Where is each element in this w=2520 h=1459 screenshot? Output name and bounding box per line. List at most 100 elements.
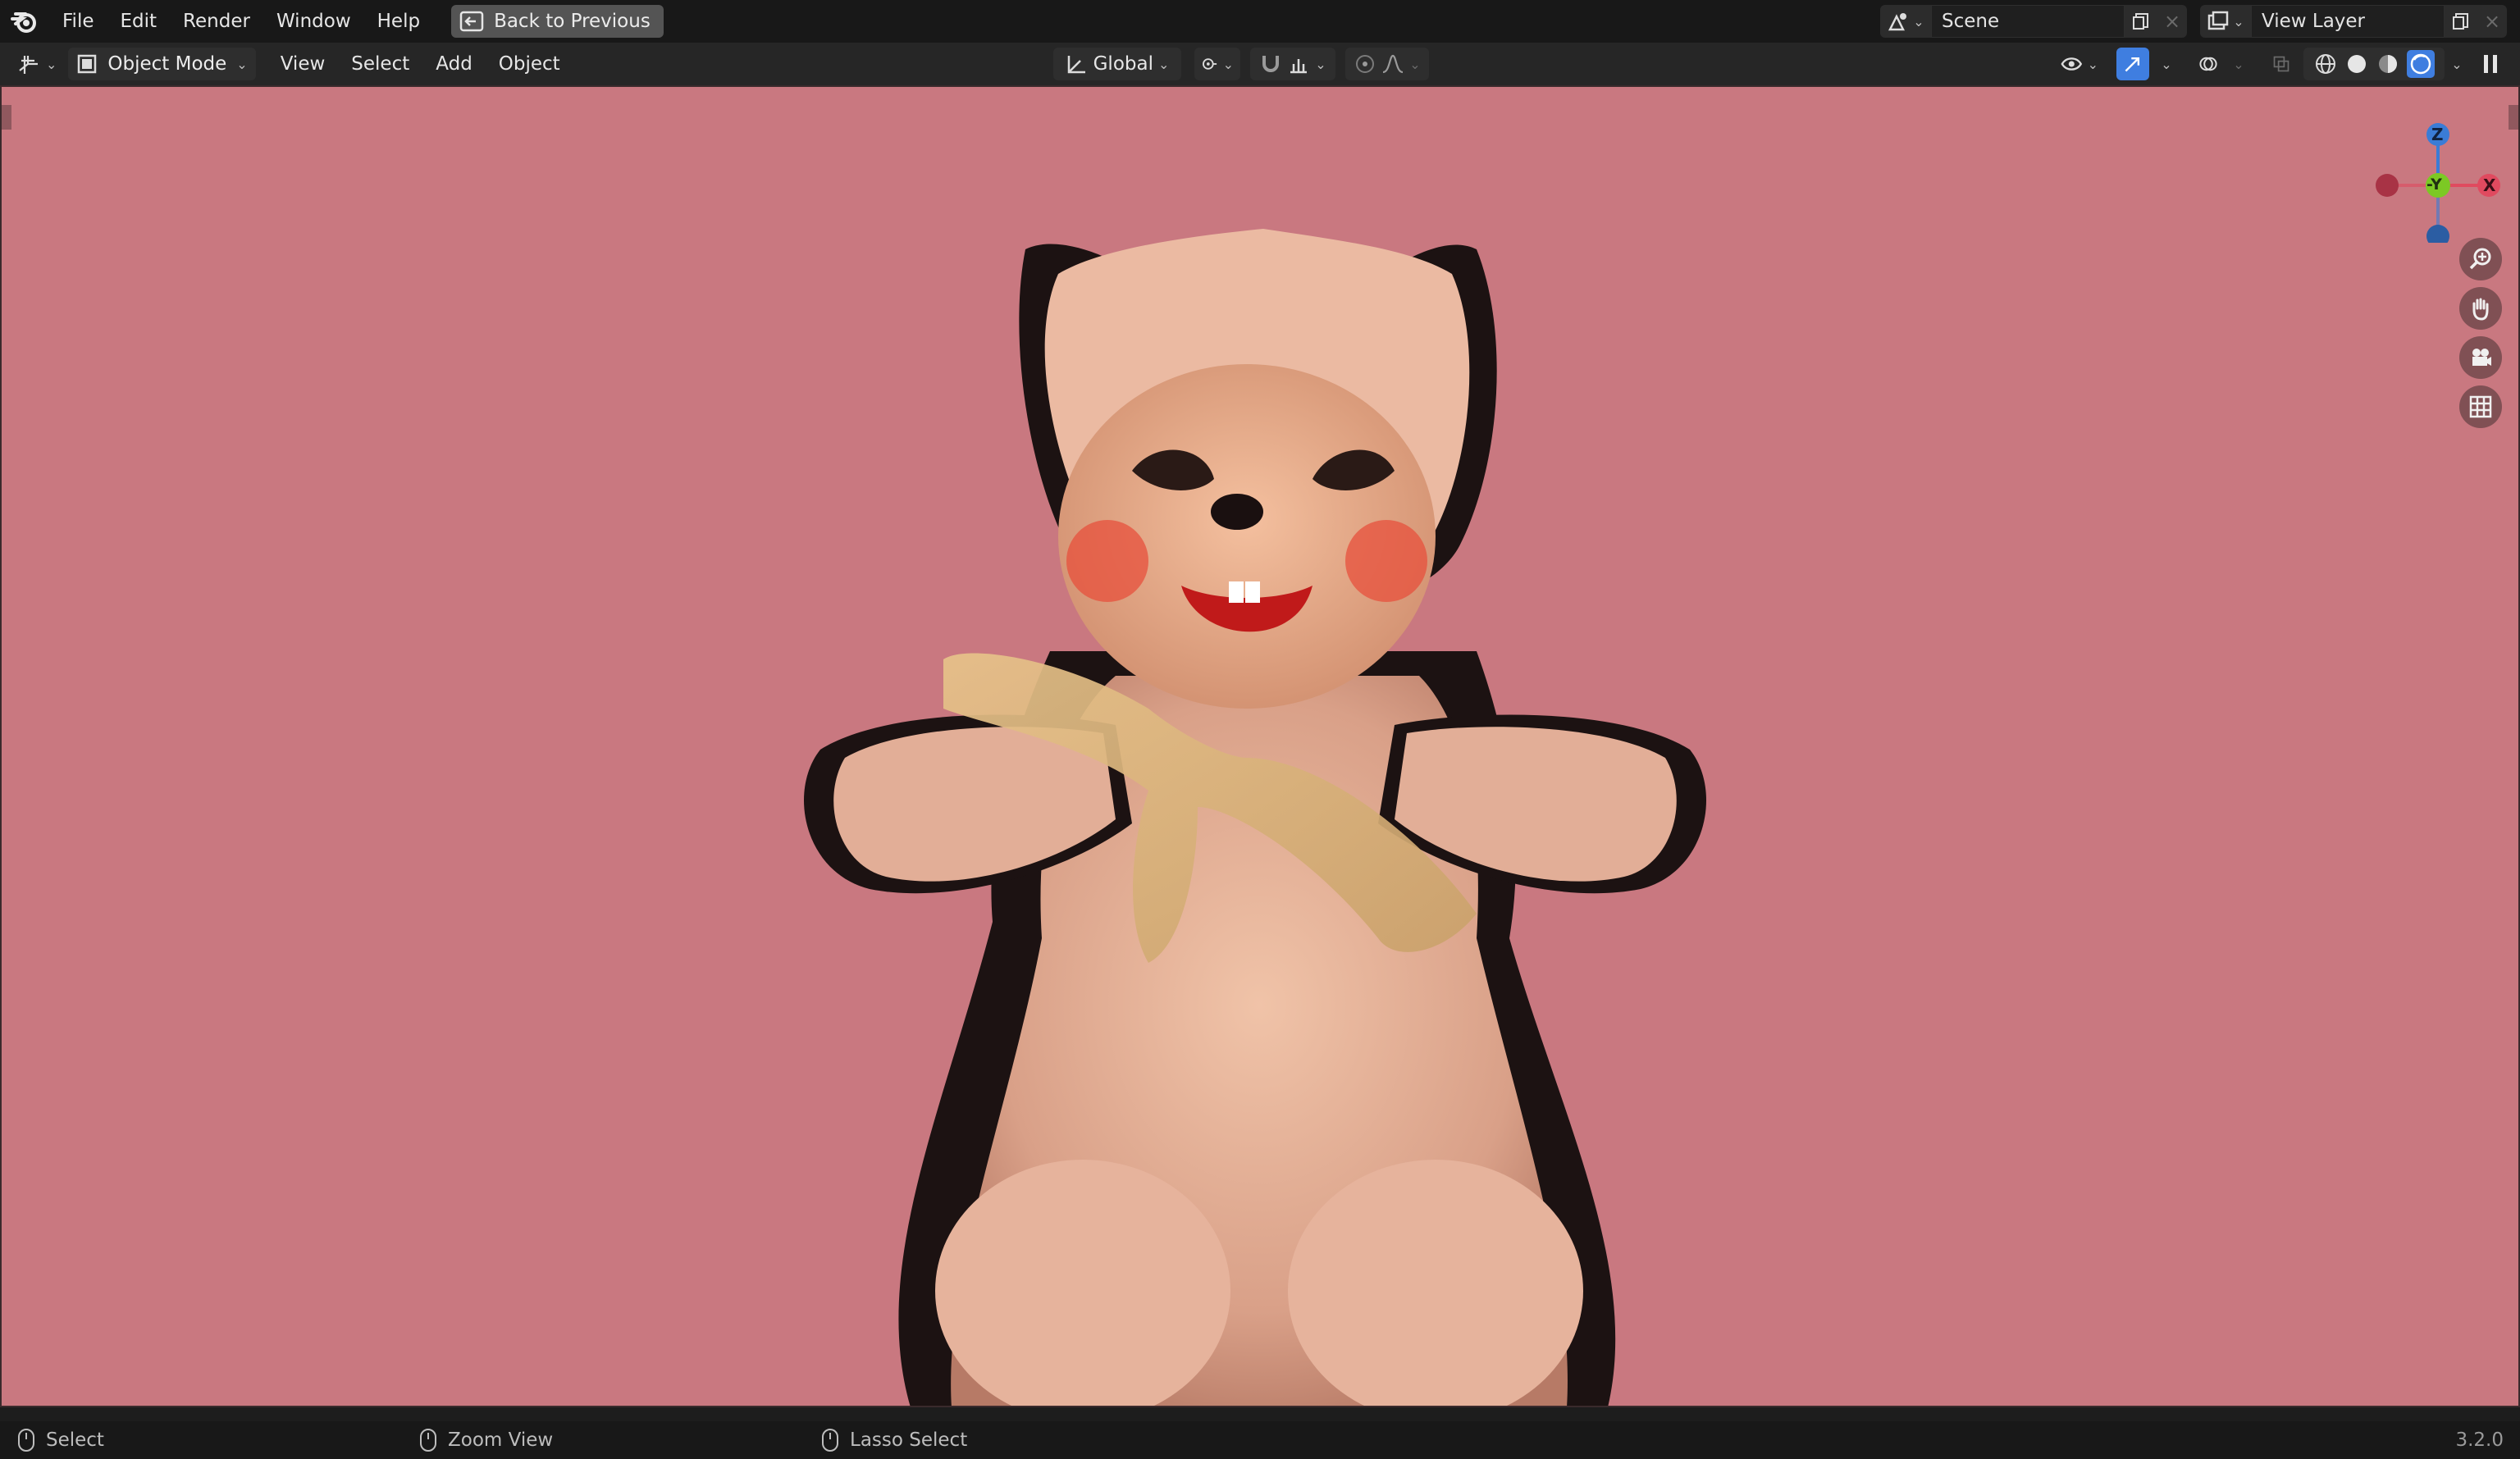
proportional-editing-group[interactable]: ⌄ xyxy=(1345,48,1429,80)
overlays-icon xyxy=(2199,57,2217,71)
object-mode-label: Object Mode xyxy=(107,53,227,75)
viewport-header: ⌄ Object Mode ⌄ View Select Add Object G… xyxy=(0,43,2520,85)
chevron-down-icon: ⌄ xyxy=(2233,56,2244,72)
rendered-shading-icon[interactable] xyxy=(2407,50,2435,78)
status-right-click: Lasso Select xyxy=(822,1429,967,1452)
status-middle-click-label: Zoom View xyxy=(448,1429,554,1451)
gizmo-z-label: Z xyxy=(2431,125,2444,144)
view-layer-name-field[interactable]: View Layer xyxy=(2251,5,2445,38)
3d-viewport-icon xyxy=(19,56,38,74)
scene-name-field[interactable]: Scene xyxy=(1931,5,2125,38)
overlays-toggle-button[interactable] xyxy=(2192,48,2225,80)
editor-type-button[interactable]: ⌄ xyxy=(10,48,63,80)
back-to-previous-button[interactable]: Back to Previous xyxy=(451,5,664,38)
chevron-down-icon: ⌄ xyxy=(1222,56,1234,72)
new-scene-button[interactable] xyxy=(2125,5,2157,38)
chevron-down-icon: ⌄ xyxy=(2451,56,2463,72)
camera-icon xyxy=(2472,349,2491,366)
hand-icon xyxy=(2472,298,2489,321)
proportional-editing-icon xyxy=(1356,55,1375,73)
falloff-curve-icon xyxy=(1382,54,1404,74)
object-mode-dropdown[interactable]: Object Mode ⌄ xyxy=(68,48,256,80)
grid-icon xyxy=(2469,395,2492,418)
version-label: 3.2.0 xyxy=(2455,1429,2504,1451)
object-mode-icon xyxy=(78,54,97,74)
chevron-down-icon: ⌄ xyxy=(2161,56,2172,72)
chevron-down-icon: ⌄ xyxy=(1409,56,1421,72)
menu-render[interactable]: Render xyxy=(170,0,263,43)
pivot-point-dropdown[interactable]: ⌄ xyxy=(1194,48,1240,80)
menu-edit[interactable]: Edit xyxy=(107,0,171,43)
view-layer-browse-button[interactable]: ⌄ xyxy=(2200,5,2251,38)
pivot-icon xyxy=(1203,58,1217,70)
ortho-perspective-toggle-button[interactable] xyxy=(2459,385,2502,428)
material-preview-shading-icon[interactable] xyxy=(2376,52,2400,76)
mouse-middle-icon xyxy=(420,1429,436,1452)
wireframe-shading-icon[interactable] xyxy=(2313,52,2338,76)
mouse-left-icon xyxy=(18,1429,34,1452)
menu-file[interactable]: File xyxy=(49,0,107,43)
status-left-click-label: Select xyxy=(46,1429,104,1451)
menu-select[interactable]: Select xyxy=(338,43,422,85)
scene-browse-button[interactable]: ⌄ xyxy=(1880,5,1931,38)
solid-shading-icon[interactable] xyxy=(2344,52,2369,76)
eye-icon xyxy=(2061,57,2083,71)
copy-icon xyxy=(2453,13,2468,30)
new-view-layer-button[interactable] xyxy=(2445,5,2477,38)
zoom-view-button[interactable] xyxy=(2459,238,2502,280)
pause-render-button[interactable] xyxy=(2474,48,2507,80)
back-arrow-icon xyxy=(459,11,484,32)
snap-increment-icon xyxy=(1290,59,1308,74)
copy-icon xyxy=(2133,13,2148,30)
view-layer-icon xyxy=(2208,11,2229,30)
chevron-down-icon: ⌄ xyxy=(1315,56,1326,72)
menu-window[interactable]: Window xyxy=(263,0,364,43)
gizmo-icon xyxy=(2125,57,2140,72)
pan-view-button[interactable] xyxy=(2459,287,2502,330)
3d-viewport[interactable]: Z -Y X xyxy=(0,85,2520,1407)
menu-view[interactable]: View xyxy=(267,43,339,85)
chevron-down-icon: ⌄ xyxy=(236,56,248,72)
status-right-click-label: Lasso Select xyxy=(850,1429,968,1451)
toolbar-expand-tab[interactable] xyxy=(2,105,11,130)
chevron-down-icon: ⌄ xyxy=(2233,13,2244,30)
rendered-plush-toy-image xyxy=(804,229,1706,1407)
delete-scene-button[interactable]: × xyxy=(2157,5,2187,38)
orientation-label: Global xyxy=(1093,53,1153,75)
xray-icon xyxy=(2273,56,2289,72)
chevron-down-icon: ⌄ xyxy=(2087,56,2098,72)
chevron-down-icon: ⌄ xyxy=(1157,56,1170,72)
blender-logo-icon[interactable] xyxy=(0,0,49,43)
scene-icon xyxy=(1888,13,1907,31)
gizmo-options-dropdown[interactable]: ⌄ xyxy=(2154,48,2179,80)
chevron-down-icon: ⌄ xyxy=(1913,13,1924,30)
viewport-bottom-edge xyxy=(0,1406,2520,1407)
visibility-dropdown[interactable]: ⌄ xyxy=(2054,48,2105,80)
shading-mode-group xyxy=(2303,48,2445,80)
overlays-options-dropdown[interactable]: ⌄ xyxy=(2226,48,2251,80)
zoom-icon xyxy=(2469,248,2491,270)
back-to-previous-label: Back to Previous xyxy=(494,11,651,32)
status-bar: Select Zoom View Lasso Select 3.2.0 xyxy=(0,1421,2520,1459)
magnet-icon xyxy=(1262,56,1280,72)
navigation-gizmo[interactable]: Z -Y X xyxy=(2364,103,2512,248)
chevron-down-icon: ⌄ xyxy=(46,56,57,72)
orientation-icon xyxy=(1067,56,1085,74)
snapping-group[interactable]: ⌄ xyxy=(1250,48,1335,80)
delete-view-layer-button[interactable]: × xyxy=(2477,5,2507,38)
gizmo-x-label: X xyxy=(2483,176,2496,195)
menu-add[interactable]: Add xyxy=(422,43,486,85)
scene-selector: ⌄ Scene × xyxy=(1880,5,2187,38)
menu-object[interactable]: Object xyxy=(486,43,573,85)
top-bar: File Edit Render Window Help Back to Pre… xyxy=(0,0,2520,43)
view-layer-selector: ⌄ View Layer × xyxy=(2200,5,2507,38)
pause-icon xyxy=(2484,55,2497,73)
mouse-right-icon xyxy=(822,1429,838,1452)
menu-help[interactable]: Help xyxy=(364,0,433,43)
gizmo-toggle-button[interactable] xyxy=(2116,48,2149,80)
camera-view-button[interactable] xyxy=(2459,336,2502,379)
xray-toggle-button[interactable] xyxy=(2266,48,2297,80)
gizmo-y-label: -Y xyxy=(2426,176,2442,194)
transform-orientation-dropdown[interactable]: Global ⌄ xyxy=(1053,48,1181,80)
shading-options-dropdown[interactable]: ⌄ xyxy=(2445,48,2469,80)
